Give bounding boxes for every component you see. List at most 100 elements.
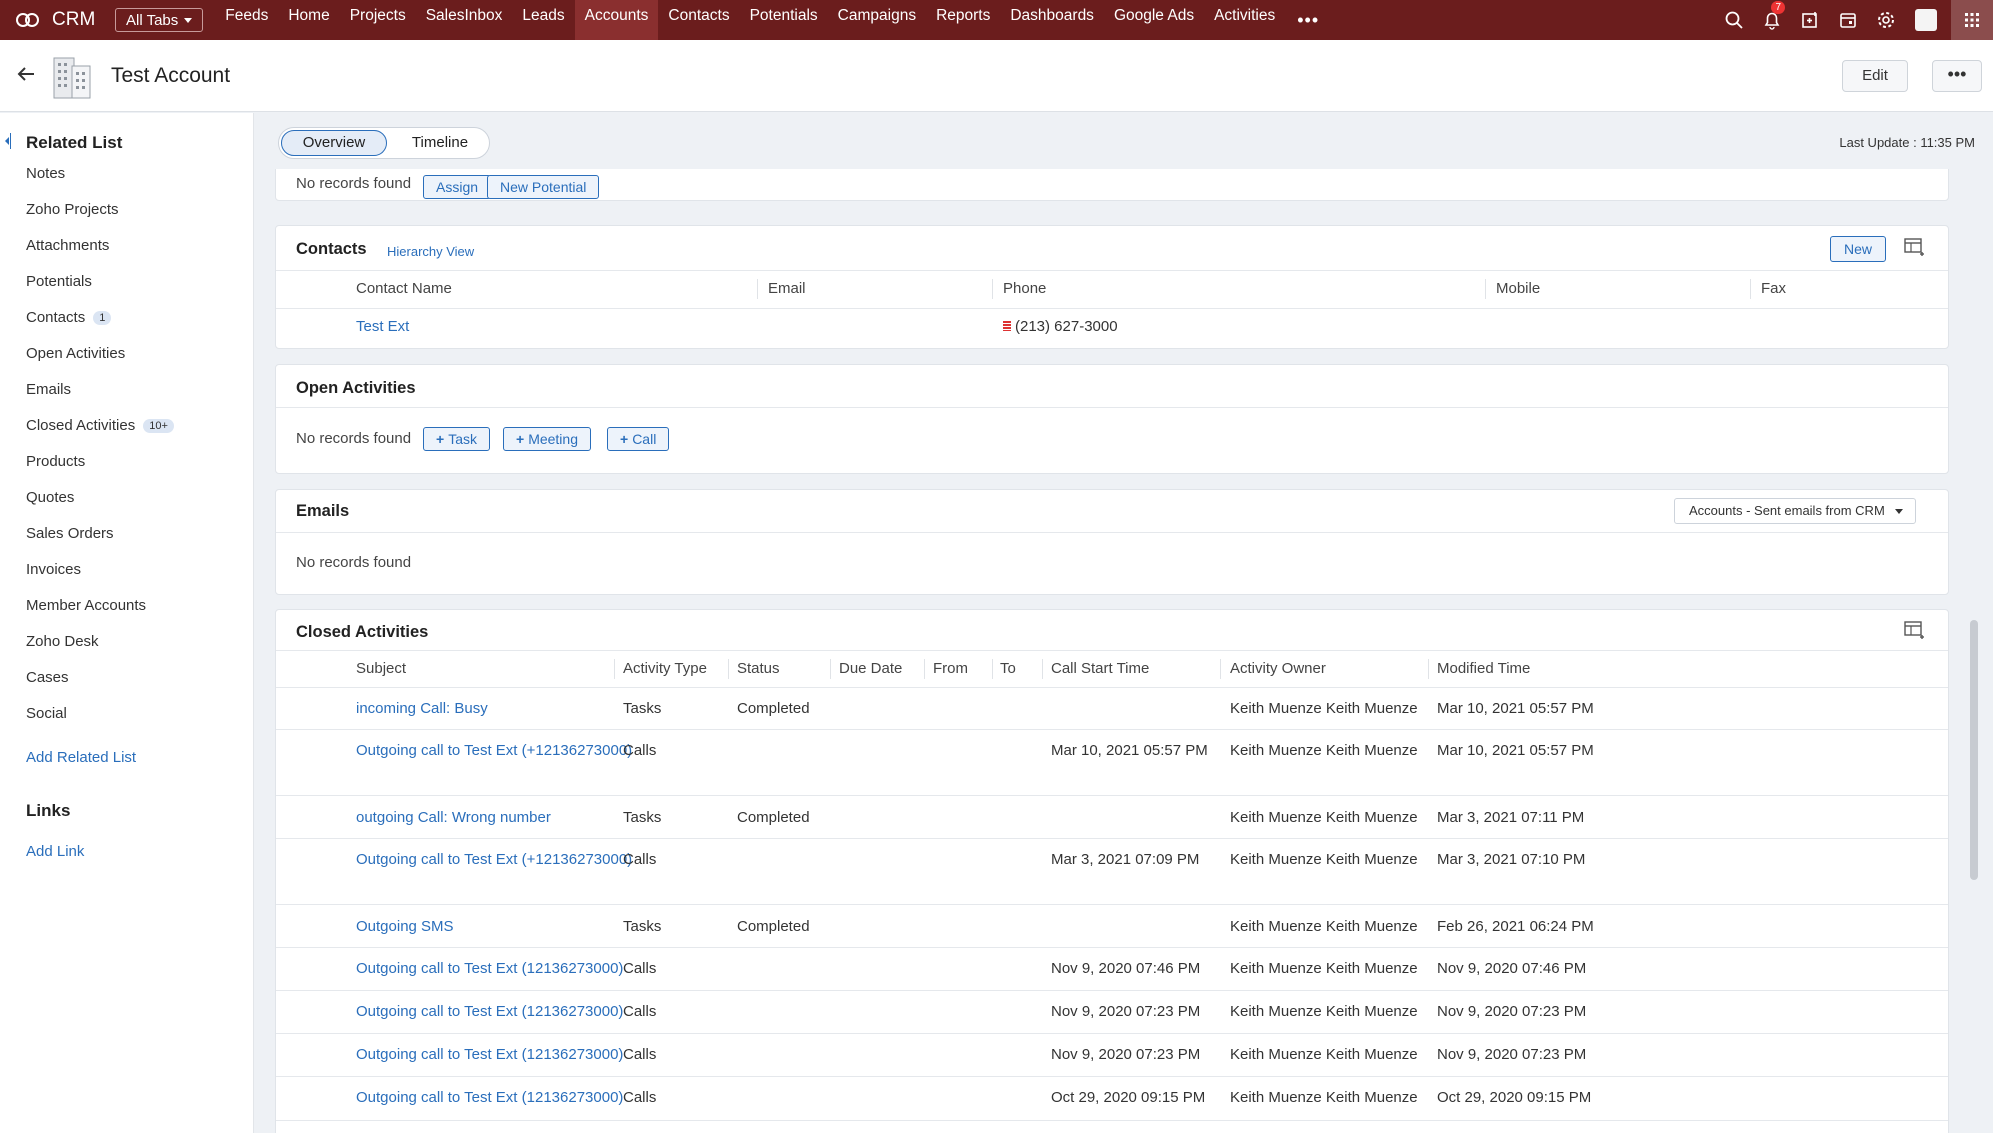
sidebar-item-quotes[interactable]: Quotes	[26, 489, 74, 506]
sidebar-item-emails[interactable]: Emails	[26, 381, 71, 398]
nav-tab-google-ads[interactable]: Google Ads	[1104, 0, 1204, 40]
assign-button[interactable]: Assign	[423, 175, 492, 199]
add-task-button[interactable]: + Task	[423, 427, 490, 451]
col-call-start-time[interactable]: Call Start Time	[1051, 660, 1149, 677]
col-modified-time[interactable]: Modified Time	[1437, 660, 1530, 677]
col-to[interactable]: To	[1000, 660, 1016, 677]
sidebar-item-products[interactable]: Products	[26, 453, 85, 470]
subject-link[interactable]: Outgoing call to Test Ext (12136273000)	[356, 1089, 623, 1106]
sidebar-item-member-accounts[interactable]: Member Accounts	[26, 597, 146, 614]
nav-tab-salesinbox[interactable]: SalesInbox	[416, 0, 513, 40]
col-subject[interactable]: Subject	[356, 660, 406, 677]
more-tabs-button[interactable]: •••	[1285, 7, 1331, 33]
col-fax[interactable]: Fax	[1761, 280, 1786, 297]
contact-name-link[interactable]: Test Ext	[356, 318, 409, 335]
potentials-card: No records found Assign New Potential	[275, 169, 1949, 201]
sidebar-item-attachments[interactable]: Attachments	[26, 237, 109, 254]
scrollbar-thumb[interactable]	[1970, 620, 1978, 880]
subject-link[interactable]: Outgoing call to Test Ext (12136273000)	[356, 1003, 623, 1020]
sidebar-item-label: Cases	[26, 669, 69, 686]
sidebar-item-potentials[interactable]: Potentials	[26, 273, 92, 290]
tab-overview[interactable]: Overview	[281, 130, 387, 156]
activity-status: Completed	[737, 700, 810, 717]
email-filter-dropdown[interactable]: Accounts - Sent emails from CRM	[1674, 498, 1916, 524]
modified-time: Nov 9, 2020 07:23 PM	[1437, 1046, 1587, 1063]
sidebar-item-open-activities[interactable]: Open Activities	[26, 345, 125, 362]
nav-tab-potentials[interactable]: Potentials	[740, 0, 828, 40]
sidebar-item-notes[interactable]: Notes	[26, 165, 65, 182]
activity-subject[interactable]: Outgoing call to Test Ext (+12136273000)	[356, 742, 632, 759]
activity-subject[interactable]: incoming Call: Busy	[356, 700, 488, 717]
new-contact-button[interactable]: New	[1830, 236, 1887, 262]
apps-grid-icon[interactable]	[1951, 0, 1993, 40]
col-mobile[interactable]: Mobile	[1496, 280, 1540, 297]
col-activity-owner[interactable]: Activity Owner	[1230, 660, 1326, 677]
nav-tab-dashboards[interactable]: Dashboards	[1000, 0, 1104, 40]
col-phone[interactable]: Phone	[1003, 280, 1046, 297]
tab-timeline[interactable]: Timeline	[395, 130, 485, 156]
add-entry-icon[interactable]	[1791, 0, 1829, 40]
activity-subject[interactable]: outgoing Call: Wrong number	[356, 809, 551, 826]
modified-time: Mar 3, 2021 07:10 PM	[1437, 851, 1586, 868]
sidebar-item-invoices[interactable]: Invoices	[26, 561, 81, 578]
sidebar-item-contacts[interactable]: Contacts 1	[26, 309, 112, 326]
sidebar-item-sales-orders[interactable]: Sales Orders	[26, 525, 114, 542]
add-related-list-link[interactable]: Add Related List	[26, 749, 136, 766]
nav-tab-campaigns[interactable]: Campaigns	[828, 0, 926, 40]
sidebar-item-zoho-desk[interactable]: Zoho Desk	[26, 633, 99, 650]
more-actions-button[interactable]: •••	[1932, 60, 1982, 92]
nav-tab-activities[interactable]: Activities	[1204, 0, 1285, 40]
col-activity-type[interactable]: Activity Type	[623, 660, 707, 677]
nav-tab-contacts[interactable]: Contacts	[658, 0, 739, 40]
add-meeting-button[interactable]: + Meeting	[503, 427, 591, 451]
back-arrow-icon[interactable]	[16, 64, 36, 90]
col-status[interactable]: Status	[737, 660, 780, 677]
col-from[interactable]: From	[933, 660, 968, 677]
subject-link[interactable]: Outgoing call to Test Ext (12136273000)	[356, 960, 623, 977]
nav-tab-home[interactable]: Home	[278, 0, 339, 40]
subject-link[interactable]: Outgoing call to Test Ext (12136273000)	[356, 1046, 623, 1063]
col-email[interactable]: Email	[768, 280, 806, 297]
new-potential-button[interactable]: New Potential	[487, 175, 600, 199]
subject-link[interactable]: outgoing Call: Wrong number	[356, 809, 551, 826]
contact-phone-value: (213) 627-3000	[1015, 318, 1118, 335]
calendar-icon[interactable]	[1829, 0, 1867, 40]
collapse-sidebar-icon[interactable]	[5, 133, 11, 149]
nav-tab-projects[interactable]: Projects	[340, 0, 416, 40]
sidebar-item-social[interactable]: Social	[26, 705, 67, 722]
add-call-button[interactable]: + Call	[607, 427, 670, 451]
subject-link[interactable]: incoming Call: Busy	[356, 700, 488, 717]
sidebar-item-zoho-projects[interactable]: Zoho Projects	[26, 201, 119, 218]
subject-link[interactable]: Outgoing call to Test Ext (+12136273000)	[356, 742, 632, 759]
sidebar-item-cases[interactable]: Cases	[26, 669, 69, 686]
nav-tab-reports[interactable]: Reports	[926, 0, 1000, 40]
sidebar-item-closed-activities[interactable]: Closed Activities 10+	[26, 417, 174, 434]
manage-columns-icon[interactable]	[1904, 621, 1926, 639]
activity-subject[interactable]: Outgoing call to Test Ext (12136273000)	[356, 1046, 623, 1063]
add-link[interactable]: Add Link	[26, 843, 84, 860]
subject-link[interactable]: Outgoing SMS	[356, 918, 454, 935]
nav-tab-accounts[interactable]: Accounts	[574, 0, 659, 40]
activity-owner: Keith Muenze Keith Muenze	[1230, 1003, 1418, 1020]
subject-link[interactable]: Outgoing call to Test Ext (+12136273000)	[356, 851, 632, 868]
edit-button[interactable]: Edit	[1842, 60, 1908, 92]
manage-columns-icon[interactable]	[1904, 238, 1926, 256]
bell-icon[interactable]: 7	[1753, 0, 1791, 40]
crm-logo[interactable]: CRM	[0, 9, 115, 31]
activity-subject[interactable]: Outgoing call to Test Ext (+12136273000)	[356, 851, 632, 868]
search-icon[interactable]	[1715, 0, 1753, 40]
nav-tab-feeds[interactable]: Feeds	[215, 0, 278, 40]
col-contact-name[interactable]: Contact Name	[356, 280, 452, 297]
hierarchy-view-link[interactable]: Hierarchy View	[387, 244, 474, 259]
col-due-date[interactable]: Due Date	[839, 660, 902, 677]
activity-type: Calls	[623, 742, 657, 759]
avatar[interactable]	[1915, 9, 1937, 31]
activity-subject[interactable]: Outgoing call to Test Ext (12136273000)	[356, 960, 623, 977]
nav-tab-leads[interactable]: Leads	[512, 0, 574, 40]
gear-icon[interactable]	[1867, 0, 1905, 40]
activity-subject[interactable]: Outgoing call to Test Ext (12136273000)	[356, 1089, 623, 1106]
activity-subject[interactable]: Outgoing SMS	[356, 918, 454, 935]
contact-phone[interactable]: (213) 627-3000	[1003, 318, 1118, 335]
activity-subject[interactable]: Outgoing call to Test Ext (12136273000)	[356, 1003, 623, 1020]
all-tabs-dropdown[interactable]: All Tabs	[115, 8, 204, 32]
